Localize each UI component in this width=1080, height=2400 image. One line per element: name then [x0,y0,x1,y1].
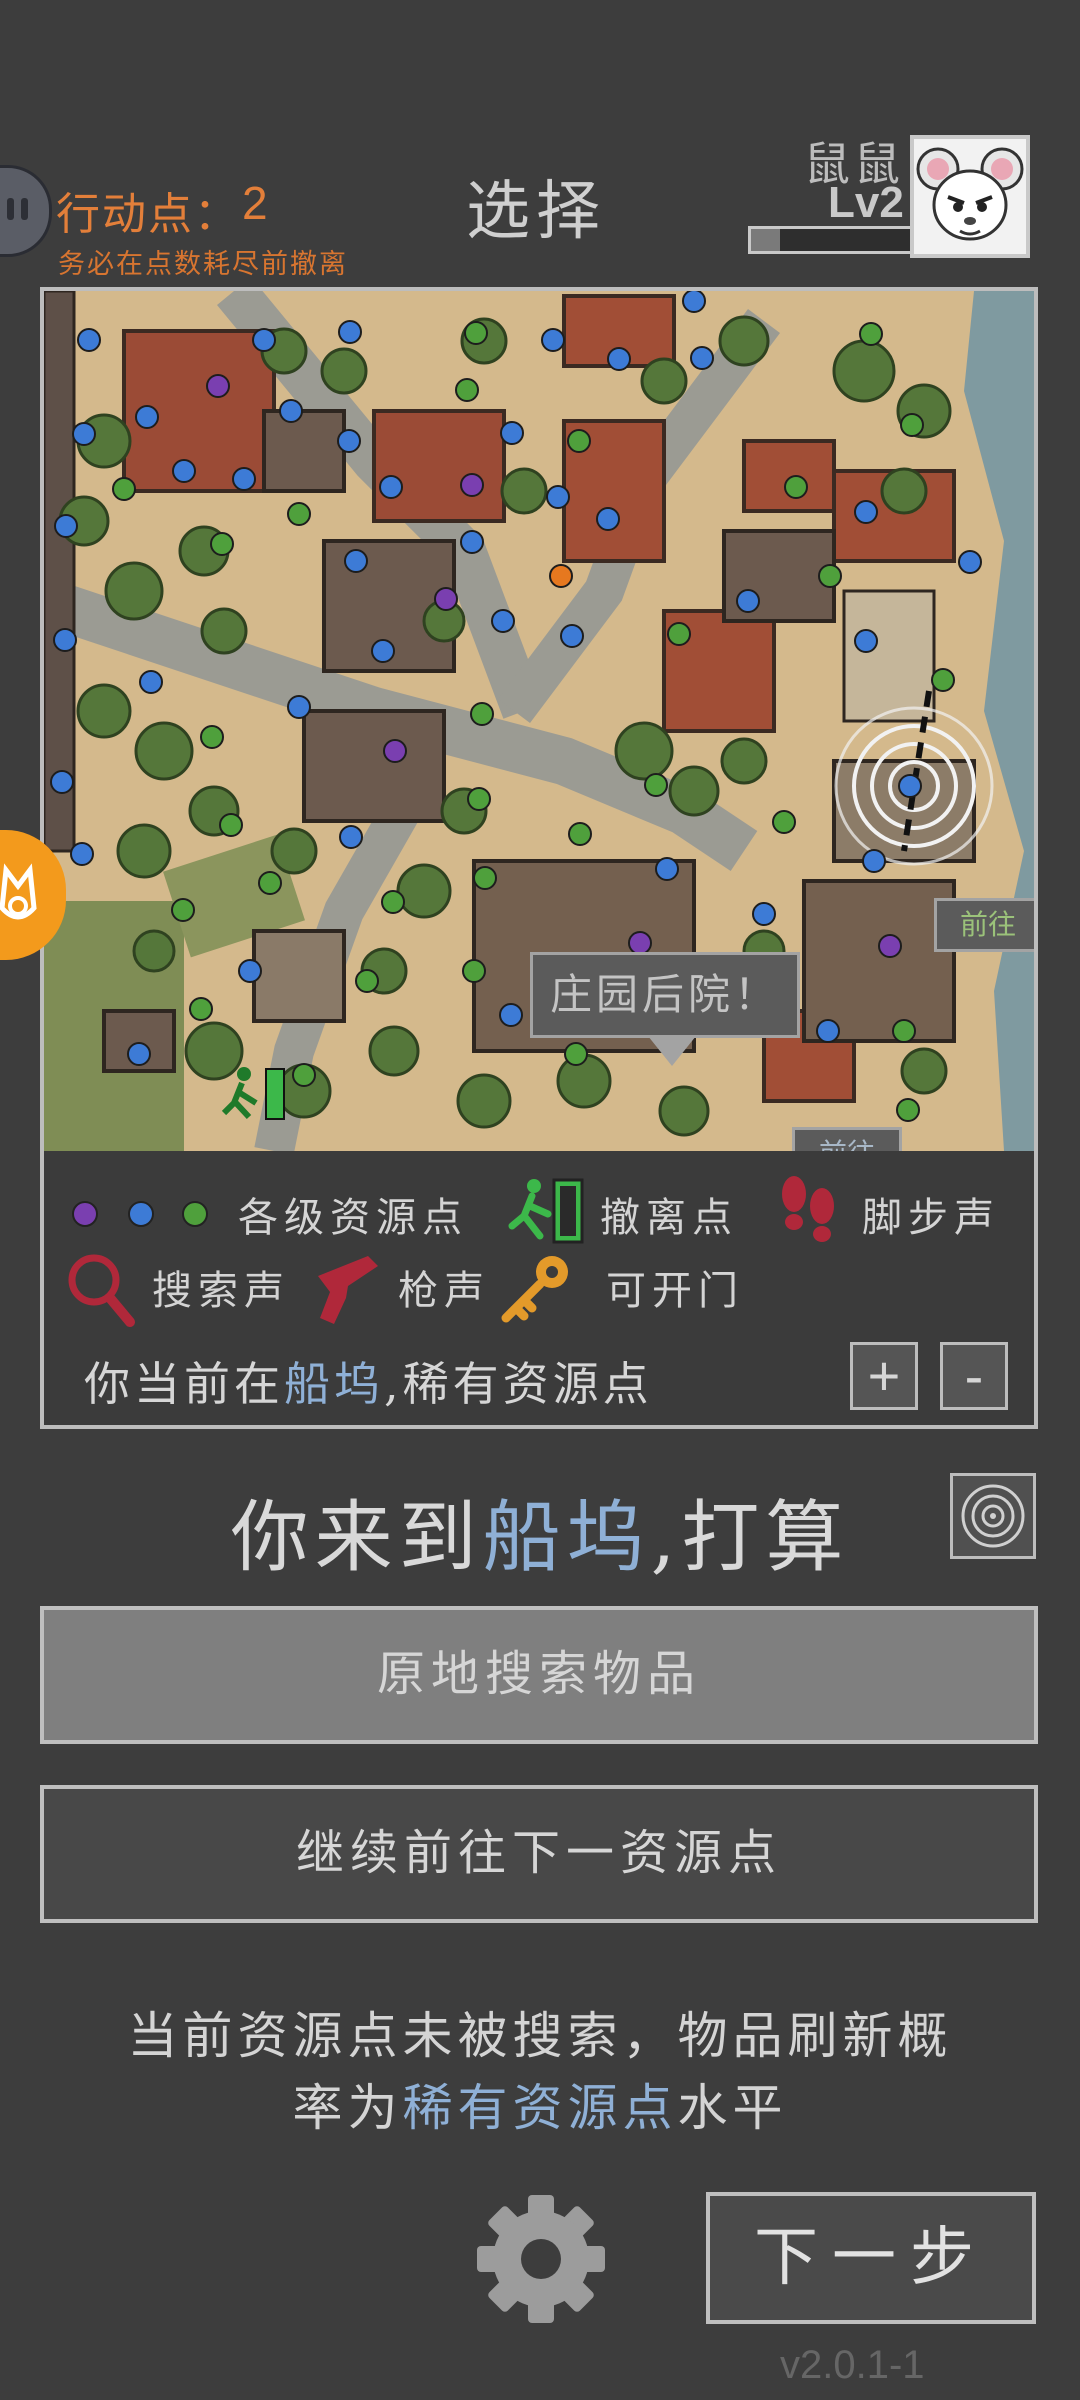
status-line-1: 当前资源点未被搜索，物品刷新概 [127,2007,953,2065]
zoom-out-button[interactable]: - [940,1342,1008,1410]
xp-progress-fill [751,229,780,251]
version-label: v2.0.1-1 [780,2343,925,2387]
pause-button[interactable] [0,165,52,257]
legend-openable-door: 可开门 [606,1268,744,1314]
status-line-2: 率为稀有资源点水平 [40,2072,1040,2144]
zoom-in-button[interactable]: + [850,1342,918,1410]
footprints-icon [782,1176,834,1242]
resource-status-text: 当前资源点未被搜索，物品刷新概 率为稀有资源点水平 [40,2000,1040,2144]
current-location-text: 你当前在船坞,稀有资源点 [84,1348,653,1414]
character-avatar[interactable] [910,135,1030,258]
settings-button[interactable] [472,2190,610,2328]
map-tag-courtyard[interactable]: 庄园后院！ [530,952,800,1038]
xp-progress-bar [748,226,914,254]
map-go-button-1[interactable]: 前往 [934,898,1034,952]
location-suffix: ,稀有资源点 [384,1357,653,1411]
status-line-2-prefix: 率为 [292,2079,403,2137]
radar-button[interactable] [950,1473,1036,1559]
purple-dot-icon [72,1201,98,1227]
location-prefix: 你当前在 [84,1357,284,1411]
action-points-value: 2 [242,177,268,229]
gear-icon [477,2195,605,2323]
legend-resource-points: 各级资源点 [238,1195,468,1241]
action-points-warning: 务必在点数耗尽前撤离 [58,249,348,280]
page-title: 选择 [466,175,606,249]
map-go-button-2[interactable]: 前往 [792,1127,902,1151]
search-here-button[interactable]: 原地搜索物品 [40,1606,1038,1744]
key-icon [501,1256,568,1323]
action-points-label: 行动点： [56,189,240,240]
arrival-prefix: 你来到 [230,1493,483,1583]
next-step-button[interactable]: 下一步 [706,2192,1036,2324]
go-next-resource-button[interactable]: 继续前往下一资源点 [40,1785,1038,1923]
legend-evacuation-point: 撤离点 [600,1195,738,1241]
legend-search-sound: 搜索声 [152,1268,290,1314]
arrival-place: 船坞 [482,1493,651,1583]
magnifier-icon [68,1254,135,1327]
legend-footsteps: 脚步声 [862,1195,1000,1241]
pistol-icon [318,1256,378,1324]
map-view[interactable]: 庄园后院！ 前往 前往 [44,291,1034,1151]
status-line-2-highlight: 稀有资源点 [402,2079,678,2137]
character-level: Lv2 [828,178,904,227]
mouse-avatar-icon [916,147,1024,241]
arrival-text: 你来到船坞,打算 [0,1475,1080,1587]
evacuation-exit-icon [508,1178,584,1244]
fox-swirl-icon [0,863,37,920]
arrival-suffix: ,打算 [650,1493,850,1583]
blue-dot-icon [128,1201,154,1227]
status-line-2-suffix: 水平 [677,2079,788,2137]
location-place: 船坞 [284,1357,384,1411]
green-dot-icon [182,1201,208,1227]
radar-icon [961,1484,1025,1548]
legend-gunshot: 枪声 [398,1268,490,1314]
side-action-button[interactable] [0,830,66,960]
map-tag-pointer [648,1036,696,1066]
